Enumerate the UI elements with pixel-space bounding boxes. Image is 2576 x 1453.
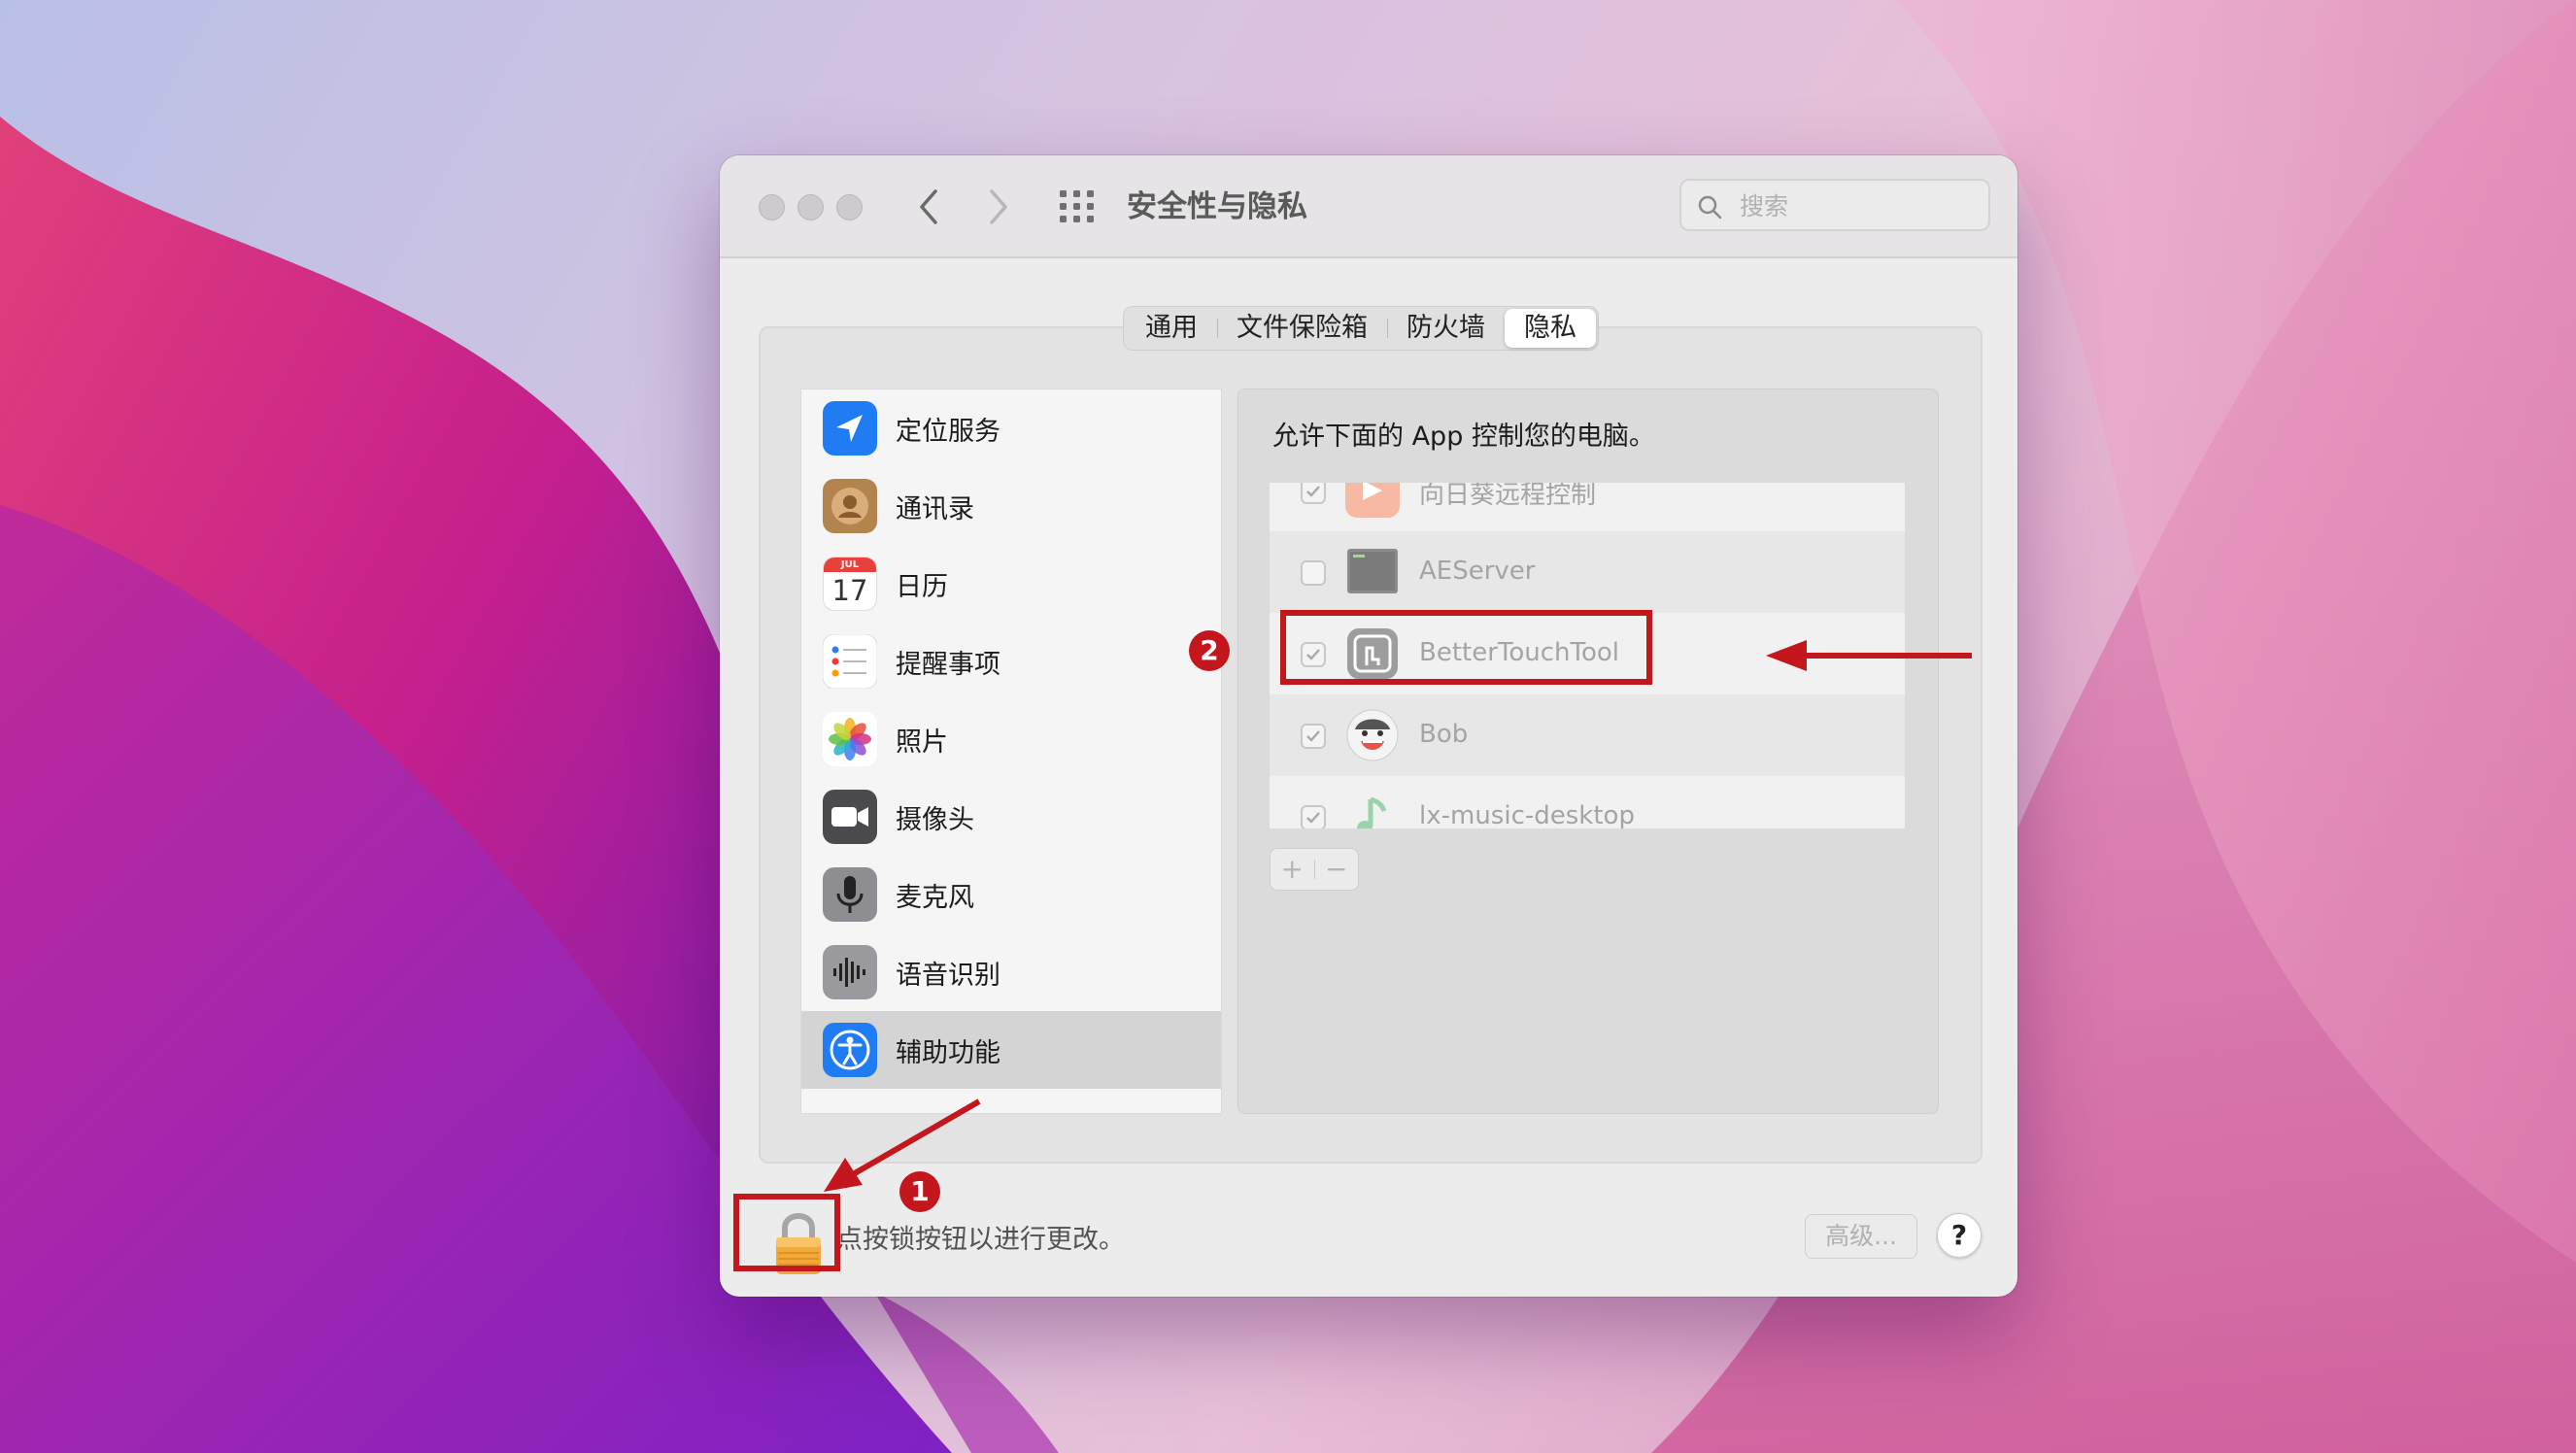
show-all-grid-icon[interactable] — [1060, 190, 1095, 223]
app-checkbox[interactable] — [1301, 483, 1326, 504]
search-icon — [1698, 195, 1722, 220]
sidebar-item-calendar[interactable]: JUL 17 日历 — [801, 545, 1221, 623]
minimize-window-button[interactable] — [797, 194, 824, 220]
app-name: BetterTouchTool — [1419, 638, 1620, 667]
sidebar-item-label: 定位服务 — [896, 416, 1000, 447]
app-checkbox[interactable] — [1301, 642, 1326, 667]
checkmark-icon — [1306, 649, 1320, 660]
tab-privacy[interactable]: 隐私 — [1505, 309, 1596, 348]
sidebar-item-label: 提醒事项 — [896, 649, 1000, 680]
step-1-badge: 1 — [899, 1171, 940, 1212]
app-checkbox[interactable] — [1301, 560, 1326, 586]
sunlogin-icon — [1345, 483, 1400, 518]
sidebar-item-microphone[interactable]: 麦克风 — [801, 856, 1221, 933]
app-permission-panel: 允许下面的 App 控制您的电脑。 向日葵远程控制 AEServer Bette… — [1237, 389, 1939, 1114]
reminders-icon — [823, 634, 877, 689]
checkmark-icon — [1306, 812, 1320, 824]
preferences-window: 安全性与隐私 通用 文件保险箱 防火墙 隐私 定位服务 通讯录 JUL — [720, 155, 2017, 1297]
camera-icon — [823, 790, 877, 844]
sidebar-item-photos[interactable]: 照片 — [801, 700, 1221, 778]
tab-filevault[interactable]: 文件保险箱 — [1217, 309, 1387, 348]
lock-hint-text: 点按锁按钮以进行更改。 — [836, 1225, 1125, 1255]
permission-description: 允许下面的 App 控制您的电脑。 — [1272, 422, 1655, 452]
photos-icon — [823, 712, 877, 766]
app-name: lx-music-desktop — [1419, 801, 1635, 828]
help-button[interactable]: ? — [1937, 1213, 1982, 1258]
search-input[interactable] — [1738, 188, 1975, 223]
chevron-left-icon — [920, 189, 937, 224]
add-app-button[interactable]: + — [1271, 850, 1314, 889]
list-item[interactable]: Bob — [1270, 694, 1905, 776]
app-name: 向日葵远程控制 — [1419, 483, 1597, 510]
window-title: 安全性与隐私 — [1127, 189, 1307, 224]
calendar-day: 17 — [831, 574, 868, 607]
accessibility-icon — [823, 1023, 877, 1077]
app-checkbox[interactable] — [1301, 805, 1326, 828]
location-icon — [823, 401, 877, 456]
sidebar-item-label: 语音识别 — [896, 960, 1000, 991]
bettertouchtool-icon — [1345, 626, 1400, 681]
list-item[interactable]: 向日葵远程控制 — [1270, 483, 1905, 531]
calendar-month: JUL — [824, 558, 876, 572]
calendar-icon: JUL 17 — [823, 557, 877, 611]
app-name: AEServer — [1419, 557, 1536, 586]
sidebar-item-contacts[interactable]: 通讯录 — [801, 467, 1221, 545]
title-bar: 安全性与隐私 — [720, 155, 2017, 258]
sidebar-item-label: 麦克风 — [896, 882, 974, 913]
tab-general[interactable]: 通用 — [1126, 309, 1217, 348]
bob-icon — [1345, 708, 1400, 762]
lx-music-icon — [1345, 790, 1400, 828]
aeserver-icon — [1345, 545, 1400, 599]
app-checkbox[interactable] — [1301, 724, 1326, 749]
privacy-category-list: 定位服务 通讯录 JUL 17 日历 提醒事项 照片 摄像头 麦克风 语音识别 … — [800, 389, 1222, 1114]
list-item[interactable]: lx-music-desktop — [1270, 776, 1905, 828]
lock-button[interactable] — [768, 1202, 829, 1280]
forward-button[interactable] — [974, 183, 1023, 231]
sidebar-item-location[interactable]: 定位服务 — [801, 389, 1221, 467]
sidebar-item-label: 日历 — [896, 571, 948, 602]
microphone-icon — [823, 867, 877, 922]
app-name: Bob — [1419, 720, 1469, 749]
contacts-icon — [823, 479, 877, 533]
search-field[interactable] — [1679, 179, 1990, 231]
list-item[interactable]: AEServer — [1270, 531, 1905, 613]
sidebar-item-label: 摄像头 — [896, 804, 974, 835]
checkmark-icon — [1306, 486, 1320, 497]
sidebar-item-accessibility[interactable]: 辅助功能 — [801, 1011, 1221, 1089]
chevron-right-icon — [990, 189, 1007, 224]
close-window-button[interactable] — [759, 194, 785, 220]
sidebar-item-camera[interactable]: 摄像头 — [801, 778, 1221, 856]
step-2-badge: 2 — [1189, 630, 1230, 671]
tab-firewall[interactable]: 防火墙 — [1387, 309, 1505, 348]
remove-app-button[interactable]: − — [1315, 850, 1359, 889]
sidebar-item-reminders[interactable]: 提醒事项 — [801, 623, 1221, 700]
lock-icon — [776, 1213, 821, 1274]
sidebar-item-label: 通讯录 — [896, 493, 974, 524]
checkmark-icon — [1306, 730, 1320, 742]
add-remove-control: + − — [1270, 848, 1359, 891]
speech-recognition-icon — [823, 945, 877, 999]
zoom-window-button[interactable] — [836, 194, 863, 220]
sidebar-item-label: 照片 — [896, 726, 948, 758]
sidebar-item-label: 辅助功能 — [896, 1037, 1000, 1068]
back-button[interactable] — [904, 183, 953, 231]
list-item[interactable]: BetterTouchTool — [1270, 613, 1905, 694]
advanced-button[interactable]: 高级... — [1805, 1214, 1917, 1259]
app-list: 向日葵远程控制 AEServer BetterTouchTool Bob lx- — [1270, 483, 1905, 828]
tab-bar: 通用 文件保险箱 防火墙 隐私 — [1123, 306, 1599, 351]
sidebar-item-speech-recognition[interactable]: 语音识别 — [801, 933, 1221, 1011]
